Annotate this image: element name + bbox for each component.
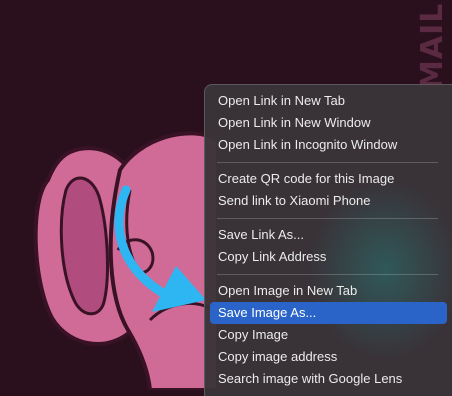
menu-item-copy-link-address[interactable]: Copy Link Address (210, 246, 447, 268)
menu-item-save-image-as[interactable]: Save Image As... (210, 302, 447, 324)
menu-item-open-link-in-new-tab[interactable]: Open Link in New Tab (210, 90, 447, 112)
menu-item-copy-image[interactable]: Copy Image (210, 324, 447, 346)
menu-item-search-image-with-google-lens[interactable]: Search image with Google Lens (210, 368, 447, 390)
menu-item-open-link-in-new-window[interactable]: Open Link in New Window (210, 112, 447, 134)
context-menu: Open Link in New Tab Open Link in New Win… (204, 84, 452, 396)
menu-item-send-link-to-xiaomi-phone[interactable]: Send link to Xiaomi Phone (210, 190, 447, 212)
menu-item-open-link-in-incognito-window[interactable]: Open Link in Incognito Window (210, 134, 447, 156)
menu-item-copy-image-address[interactable]: Copy image address (210, 346, 447, 368)
menu-separator (217, 162, 438, 163)
menu-item-open-image-in-new-tab[interactable]: Open Image in New Tab (210, 280, 447, 302)
menu-item-create-qr-code-for-this-image[interactable]: Create QR code for this Image (210, 168, 447, 190)
watermark-text: MAIL (415, 2, 450, 90)
menu-item-save-link-as[interactable]: Save Link As... (210, 224, 447, 246)
menu-separator (217, 274, 438, 275)
menu-separator (217, 218, 438, 219)
